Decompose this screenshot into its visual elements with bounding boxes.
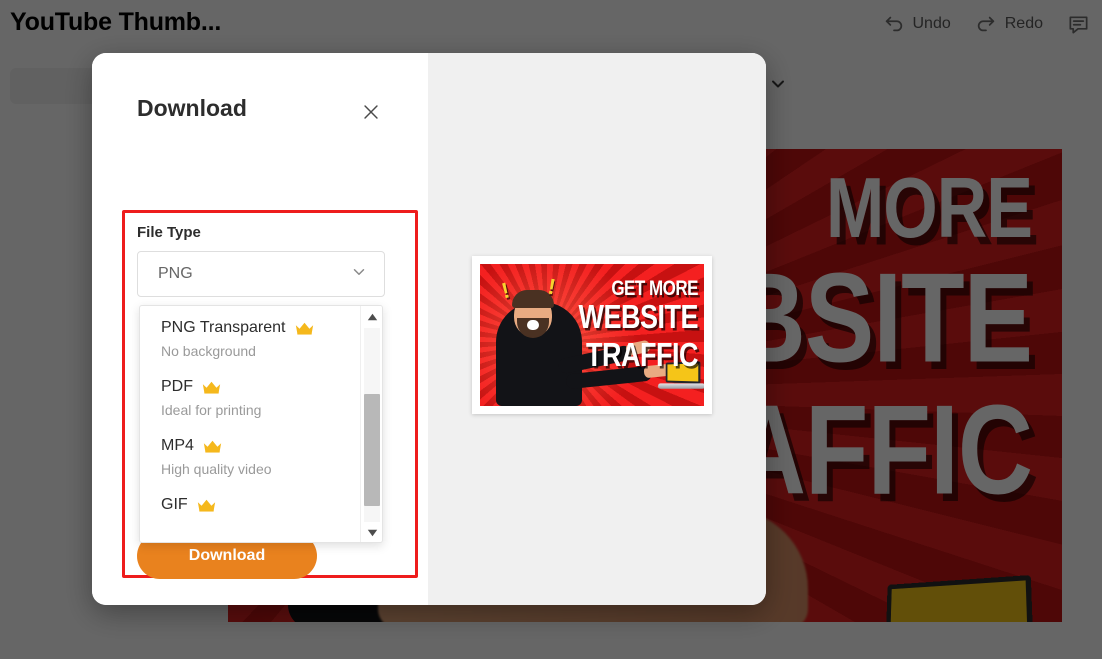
- dropdown-option-gif[interactable]: GIF: [161, 495, 362, 515]
- scroll-up-arrow-icon[interactable]: [361, 306, 382, 328]
- dropdown-option-name: PDF: [161, 378, 193, 395]
- preview-thumbnail-image: ! ! GET MORE WEBSITE TRAFFIC: [480, 264, 704, 406]
- crown-icon: [203, 440, 222, 453]
- crown-icon: [295, 322, 313, 335]
- dropdown-option-mp4[interactable]: MP4 High quality video: [161, 436, 362, 479]
- dropdown-option-pdf[interactable]: PDF Ideal for printing: [161, 377, 362, 420]
- dropdown-option-desc: Ideal for printing: [161, 402, 262, 418]
- preview-thumbnail-card[interactable]: ! ! GET MORE WEBSITE TRAFFIC: [472, 256, 712, 414]
- file-type-label: File Type: [137, 224, 201, 241]
- dropdown-option-row: PDF: [161, 377, 362, 397]
- file-type-dropdown-list[interactable]: PNG Transparent No background PDF Ideal …: [139, 305, 383, 543]
- dropdown-option-desc: High quality video: [161, 461, 272, 477]
- chevron-down-icon: [350, 263, 368, 286]
- close-modal-button[interactable]: [356, 97, 386, 127]
- dropdown-option-row: PNG Transparent: [161, 318, 362, 338]
- file-type-selected-value: PNG: [158, 265, 193, 282]
- crown-icon: [197, 499, 215, 512]
- download-options-panel: Download File Type PNG Download PNG Tran…: [92, 53, 428, 605]
- download-preview-panel: ! ! GET MORE WEBSITE TRAFFIC: [428, 53, 766, 605]
- crown-icon: [202, 381, 221, 394]
- dropdown-options: PNG Transparent No background PDF Ideal …: [140, 306, 362, 542]
- scroll-down-arrow-icon[interactable]: [361, 522, 382, 542]
- scrollbar-thumb[interactable]: [364, 394, 380, 506]
- file-type-select[interactable]: PNG: [137, 251, 385, 297]
- dropdown-option-row: MP4: [161, 436, 362, 456]
- dropdown-option-desc: No background: [161, 343, 256, 359]
- preview-headline-line-3: TRAFFIC: [586, 336, 698, 374]
- preview-person-mouth: [527, 320, 539, 330]
- dropdown-option-png-transparent[interactable]: PNG Transparent No background: [161, 318, 362, 361]
- dropdown-option-row: GIF: [161, 495, 362, 515]
- dropdown-option-name: MP4: [161, 437, 194, 454]
- dropdown-scrollbar[interactable]: [360, 306, 382, 542]
- dropdown-option-name: GIF: [161, 496, 188, 513]
- preview-headline-line-2: WEBSITE: [578, 298, 698, 336]
- download-modal: Download File Type PNG Download PNG Tran…: [92, 53, 766, 605]
- app-root: YouTube Thumb... Undo: [0, 0, 1102, 659]
- modal-title: Download: [137, 95, 247, 121]
- dropdown-option-name: PNG Transparent: [161, 319, 286, 336]
